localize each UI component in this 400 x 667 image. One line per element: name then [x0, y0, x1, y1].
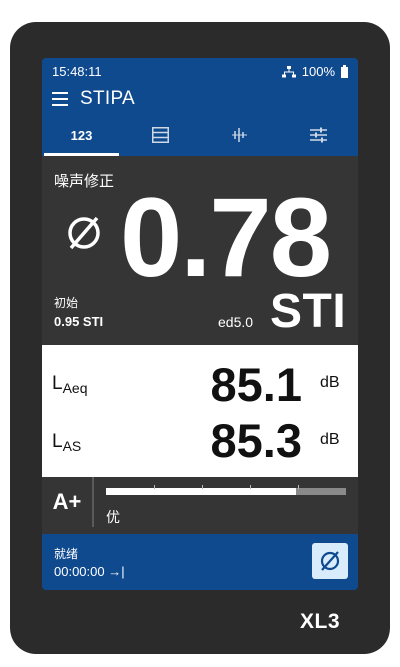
- settings-sliders-icon: [310, 127, 327, 143]
- network-icon: [281, 65, 296, 77]
- standard-edition: ed5.0: [218, 314, 254, 330]
- sti-value: 0.78: [120, 175, 332, 300]
- tab-numeric-label: 123: [70, 128, 93, 143]
- null-icon: [320, 551, 340, 571]
- spectrum-icon: [232, 128, 247, 142]
- las-row: LAS 85.3 dB: [42, 411, 358, 471]
- initial-value: 0.95 STI: [54, 314, 104, 329]
- tab-bar: 123: [42, 114, 358, 156]
- laeq-label: LAeq: [52, 373, 88, 396]
- las-label: LAS: [52, 431, 82, 454]
- tab-numeric[interactable]: 123: [42, 114, 121, 156]
- quality-bar-fill: [106, 488, 296, 495]
- footer-status: 就绪 00:00:00 →|: [42, 534, 358, 590]
- title-bar: STIPA: [42, 84, 358, 114]
- measurement-state: 就绪: [54, 547, 79, 561]
- app-title: STIPA: [80, 88, 135, 109]
- initial-label: 初始: [54, 296, 79, 310]
- quality-grade: A+: [42, 477, 94, 527]
- null-icon: [68, 216, 100, 250]
- tab-spectrum[interactable]: [200, 114, 279, 156]
- las-value: 85.3: [210, 414, 302, 467]
- laeq-unit: dB: [320, 374, 340, 391]
- battery-icon: [341, 65, 348, 78]
- tab-table[interactable]: [121, 114, 200, 156]
- clock: 15:48:11: [52, 64, 102, 79]
- quality-label: 优: [106, 509, 120, 525]
- status-bar: 15:48:11 100%: [42, 58, 358, 84]
- hamburger-menu-icon[interactable]: [52, 92, 68, 106]
- laeq-value: 85.1: [210, 358, 302, 411]
- las-unit: dB: [320, 431, 340, 448]
- laeq-row: LAeq 85.1 dB: [42, 351, 358, 411]
- correction-mode-label: 噪声修正: [54, 173, 115, 190]
- elapsed-timer: 00:00:00 →|: [54, 564, 125, 579]
- null-correction-button[interactable]: [312, 543, 348, 579]
- level-readings-panel: LAeq 85.1 dB LAS 85.3 dB: [42, 345, 358, 477]
- quality-bar: [106, 485, 346, 496]
- tab-settings[interactable]: [279, 114, 358, 156]
- device-screen: 15:48:11 100% STIPA 123 噪声修正 0.78 初始 0.9…: [42, 58, 358, 590]
- battery-percent: 100%: [301, 64, 335, 79]
- device-model-label: XL3: [300, 610, 341, 633]
- table-view-icon: [152, 127, 169, 143]
- sti-unit: STI: [270, 285, 347, 338]
